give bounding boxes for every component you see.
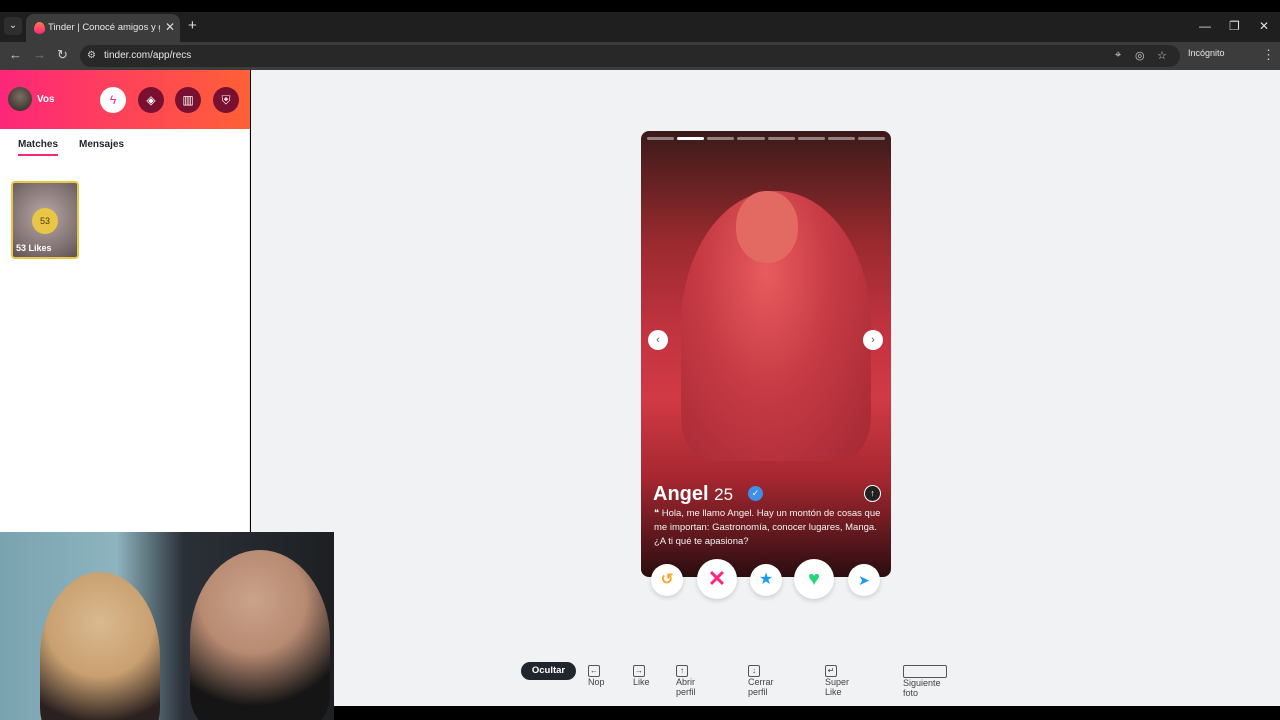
bottom-strip (334, 706, 1280, 720)
spacebar-key-icon (903, 665, 947, 678)
shortcut-close-profile: ↓Cerrar perfil (748, 665, 774, 697)
profile-card[interactable]: ‹ › Angel 25 ✓ ↑ ❝ Hola, me llamo Angel.… (641, 131, 891, 577)
arrow-left-key-icon: ← (588, 665, 600, 677)
profile-bio-text: Hola, me llamo Angel. Hay un montón de c… (654, 508, 881, 547)
explore-compass-icon[interactable]: ◈ (138, 87, 164, 113)
arrow-up-key-icon: ↑ (676, 665, 688, 677)
next-photo-arrow-icon[interactable]: › (863, 330, 883, 350)
shortcut-nope: ←Nop (588, 665, 605, 687)
new-tab-button[interactable]: + (188, 17, 197, 34)
enter-key-icon: ↵ (825, 665, 837, 677)
shortcut-next-photo: Siguiente foto (903, 665, 953, 698)
photo-progress-bar[interactable] (707, 137, 735, 140)
browser-tab-strip: ⌄ Tinder | Conocé amigos y gente ✕ + — ❐… (0, 12, 1280, 42)
photo-progress-bar[interactable] (677, 137, 705, 140)
webcam-overlay (0, 532, 334, 720)
shortcut-super-like: ↵Super Like (825, 665, 849, 697)
avatar[interactable] (8, 87, 32, 111)
photo-progress-bar[interactable] (647, 137, 675, 140)
shortcut-like-label: Like (633, 677, 650, 687)
tab-mensajes[interactable]: Mensajes (79, 139, 124, 150)
shortcut-super-like-label: Super Like (825, 677, 850, 697)
url-text[interactable]: tinder.com/app/recs (104, 50, 191, 61)
browser-tab[interactable]: Tinder | Conocé amigos y gente ✕ (26, 14, 180, 42)
eye-off-icon[interactable]: ◎ (1135, 49, 1145, 62)
shortcut-next-photo-label: Siguiente foto (903, 678, 941, 698)
send-icon: ➤ (858, 572, 870, 588)
open-profile-info-icon[interactable]: ↑ (864, 485, 881, 502)
tab-search-button[interactable]: ⌄ (4, 17, 22, 35)
close-window-icon[interactable]: ✕ (1259, 19, 1269, 33)
photo-progress-bar[interactable] (857, 137, 885, 140)
shortcut-open-profile-label: Abrir perfil (676, 677, 696, 697)
minimize-icon[interactable]: — (1199, 19, 1211, 33)
shortcut-close-profile-label: Cerrar perfil (748, 677, 774, 697)
profile-bio: ❝ Hola, me llamo Angel. Hay un montón de… (654, 508, 881, 547)
profile-name-age: Angel 25 (653, 483, 733, 506)
tinder-flame-icon (34, 22, 45, 34)
star-icon: ★ (758, 571, 774, 588)
bookmark-star-icon[interactable]: ☆ (1157, 49, 1167, 62)
close-icon: ✕ (707, 566, 727, 591)
site-info-icon[interactable]: ⚙ (87, 50, 96, 61)
browser-menu-icon[interactable]: ⋮ (1262, 47, 1275, 63)
super-like-button[interactable]: ★ (750, 564, 782, 596)
photo-progress-bar[interactable] (737, 137, 765, 140)
reload-icon[interactable]: ↻ (57, 47, 68, 63)
tab-title: Tinder | Conocé amigos y gente (48, 22, 160, 33)
address-bar-row: ← → ↻ ⚙ tinder.com/app/recs ⌖ ◎ ☆ Incógn… (0, 42, 1280, 70)
forward-icon[interactable]: → (33, 47, 46, 62)
like-button[interactable]: ♥ (794, 559, 834, 599)
likes-you-card[interactable]: 53 53 Likes (11, 181, 79, 259)
shield-icon[interactable]: ⛨ (213, 87, 239, 113)
shortcut-like: →Like (633, 665, 650, 687)
briefcase-icon[interactable]: ▥ (175, 87, 201, 113)
photo-progress-bars (647, 137, 885, 140)
incognito-indicator[interactable]: Incógnito (1188, 48, 1225, 58)
likes-count-badge: 53 (32, 208, 58, 234)
location-icon[interactable]: ⌖ (1115, 49, 1121, 62)
likes-label: 53 Likes (16, 243, 52, 253)
webcam-person-right (190, 550, 330, 720)
photo-progress-bar[interactable] (767, 137, 795, 140)
close-tab-icon[interactable]: ✕ (165, 20, 175, 34)
back-icon[interactable]: ← (9, 47, 22, 62)
arrow-down-key-icon: ↓ (748, 665, 760, 677)
tab-matches[interactable]: Matches (18, 139, 59, 156)
previous-photo-arrow-icon[interactable]: ‹ (648, 330, 668, 350)
profile-photo-head (736, 191, 798, 263)
shortcut-open-profile: ↑Abrir perfil (676, 665, 696, 697)
boost-lightning-icon[interactable]: ϟ (100, 87, 126, 113)
rewind-icon: ↺ (660, 571, 674, 588)
nope-button[interactable]: ✕ (697, 559, 737, 599)
verified-badge-icon: ✓ (748, 486, 763, 501)
boost-button[interactable]: ➤ (848, 564, 880, 596)
os-top-strip (0, 0, 1280, 12)
sidebar-header: Vos ϟ ◈ ▥ ⛨ (0, 70, 250, 129)
main-recs-area: ‹ › Angel 25 ✓ ↑ ❝ Hola, me llamo Angel.… (251, 70, 1280, 706)
hide-shortcuts-button[interactable]: Ocultar (521, 662, 576, 680)
photo-progress-bar[interactable] (797, 137, 825, 140)
webcam-person-left (40, 572, 160, 720)
url-field[interactable]: ⚙ tinder.com/app/recs ⌖ ◎ ☆ (80, 45, 1180, 67)
restore-icon[interactable]: ❐ (1229, 19, 1240, 33)
profile-age: 25 (714, 485, 734, 504)
photo-progress-bar[interactable] (827, 137, 855, 140)
profile-name[interactable]: Vos (37, 94, 55, 105)
arrow-right-key-icon: → (633, 665, 645, 677)
shortcut-nope-label: Nop (588, 677, 605, 687)
heart-icon: ♥ (808, 568, 820, 590)
rewind-button[interactable]: ↺ (651, 564, 683, 596)
profile-name: Angel (653, 483, 709, 505)
